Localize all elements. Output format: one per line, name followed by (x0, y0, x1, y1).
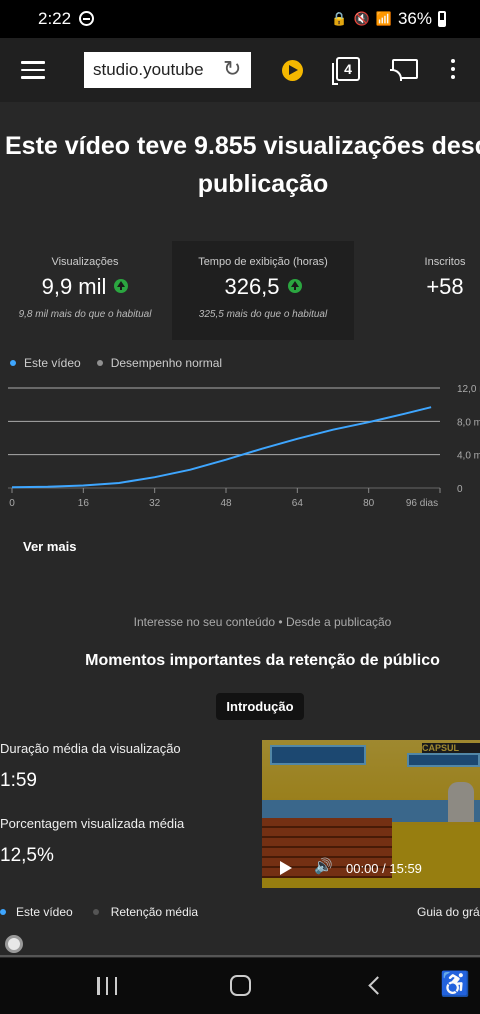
x-tick-label: 32 (149, 498, 161, 509)
y-tick-label: 0 (457, 484, 463, 495)
retention-legend: Este vídeo Retenção média (0, 905, 480, 919)
stat-note: 9,8 mil mais do que o habitual (18, 309, 152, 320)
stat-label: Inscritos (424, 256, 466, 268)
avg-percent-value: 12,5% (0, 845, 54, 866)
stat-subscribers[interactable]: Inscritos +58 (400, 241, 480, 340)
tabs-button[interactable]: 4 (332, 57, 360, 85)
x-tick-label: 0 (9, 498, 15, 509)
intro-chip[interactable]: Introdução (216, 693, 304, 720)
title-line-1: Este vídeo teve 9.855 visualizações desd (5, 132, 480, 160)
legend-avg-retention: Retenção média (110, 905, 199, 919)
retention-track (0, 955, 480, 957)
battery-icon (438, 11, 446, 27)
recent-apps-icon[interactable] (97, 977, 117, 995)
stats-row: Visualizações 9,9 mil 9,8 mil mais do qu… (0, 241, 480, 340)
back-icon[interactable] (368, 976, 387, 995)
legend-this-video: Este vídeo (24, 356, 81, 370)
hamburger-icon[interactable] (21, 61, 45, 79)
retention-scrub-handle[interactable] (5, 935, 23, 953)
tab-count: 4 (344, 61, 352, 77)
android-nav-bar: ♿ (0, 958, 480, 1014)
y-tick-label: 4,0 m (457, 451, 480, 462)
stat-label: Tempo de exibição (horas) (198, 256, 328, 268)
media-play-icon[interactable] (282, 60, 303, 81)
battery-percent: 36% (397, 9, 432, 28)
video-player[interactable]: CAPSUL 🔊 00:00 / 15:59 (262, 740, 480, 888)
x-tick-label: 96 dias (406, 498, 438, 509)
stat-watch-time[interactable]: Tempo de exibição (horas) 326,5 325,5 ma… (172, 241, 354, 340)
trend-up-icon (287, 279, 302, 294)
play-icon[interactable] (280, 861, 292, 875)
url-text: studio.youtube (93, 60, 204, 79)
avg-percent-label: Porcentagem visualizada média (0, 816, 185, 831)
video-time: 00:00 / 15:59 (346, 861, 422, 876)
y-tick-label: 12,0 m (457, 384, 480, 395)
volume-icon[interactable]: 🔊 (314, 859, 333, 875)
wifi-icon: 📶 (375, 11, 392, 26)
series-line-this-video (11, 406, 432, 489)
legend-normal: Desempenho normal (110, 356, 223, 370)
title-line-2: publicação (197, 170, 329, 198)
home-icon[interactable] (230, 975, 251, 996)
chart-legend: Este vídeo Desempenho normal (10, 356, 222, 370)
legend-dot-normal (96, 360, 103, 366)
status-time: 2:22 (38, 9, 72, 28)
section-subtitle: Interesse no seu conteúdo • Desde a publ… (133, 615, 392, 629)
mute-icon: 🔇 (353, 11, 370, 26)
y-tick-label: 8,0 m (457, 417, 480, 428)
avg-duration-label: Duração média da visualização (0, 741, 181, 756)
cast-icon[interactable] (390, 59, 418, 81)
stat-value: 326,5 (172, 274, 354, 300)
stat-views[interactable]: Visualizações 9,9 mil 9,8 mil mais do qu… (0, 241, 170, 340)
x-tick-label: 80 (363, 498, 375, 509)
page-title: Este vídeo teve 9.855 visualizações desd… (0, 128, 480, 208)
stat-value: +58 (426, 274, 464, 299)
url-bar[interactable]: studio.youtube ↻ (84, 52, 251, 88)
legend-this-video: Este vídeo (16, 905, 73, 919)
x-tick-label: 16 (78, 498, 90, 509)
retention-title: Momentos importantes da retenção de públ… (85, 652, 440, 669)
stat-note: 325,5 mais do que o habitual (198, 309, 328, 320)
views-chart: 0 4,0 m 8,0 m 12,0 m 0 16 32 48 64 80 96 dias (8, 384, 480, 509)
lock-icon: 🔒 (331, 11, 348, 26)
see-more-link[interactable]: Ver mais (23, 539, 77, 554)
legend-dot-this (10, 360, 16, 366)
x-tick-label: 64 (292, 498, 304, 509)
browser-toolbar: studio.youtube ↻ 4 (0, 38, 480, 102)
legend-dot-avg (92, 909, 99, 915)
x-tick-label: 48 (220, 498, 232, 509)
video-controls: 🔊 00:00 / 15:59 (262, 848, 480, 888)
chart-guide-link[interactable]: Guia do grá (417, 905, 480, 919)
reload-icon[interactable]: ↻ (223, 58, 243, 80)
status-right: 🔒 🔇 📶 36% (331, 9, 446, 29)
avg-duration-value: 1:59 (0, 770, 37, 791)
accessibility-icon[interactable]: ♿ (440, 971, 470, 999)
dnd-icon (79, 11, 94, 26)
status-bar: 2:22 🔒 🔇 📶 36% (0, 0, 480, 38)
kebab-icon[interactable] (451, 59, 455, 83)
trend-up-icon (114, 279, 129, 294)
stat-label: Visualizações (51, 256, 119, 268)
stat-value: 9,9 mil (0, 274, 170, 300)
legend-dot-this (0, 909, 6, 915)
